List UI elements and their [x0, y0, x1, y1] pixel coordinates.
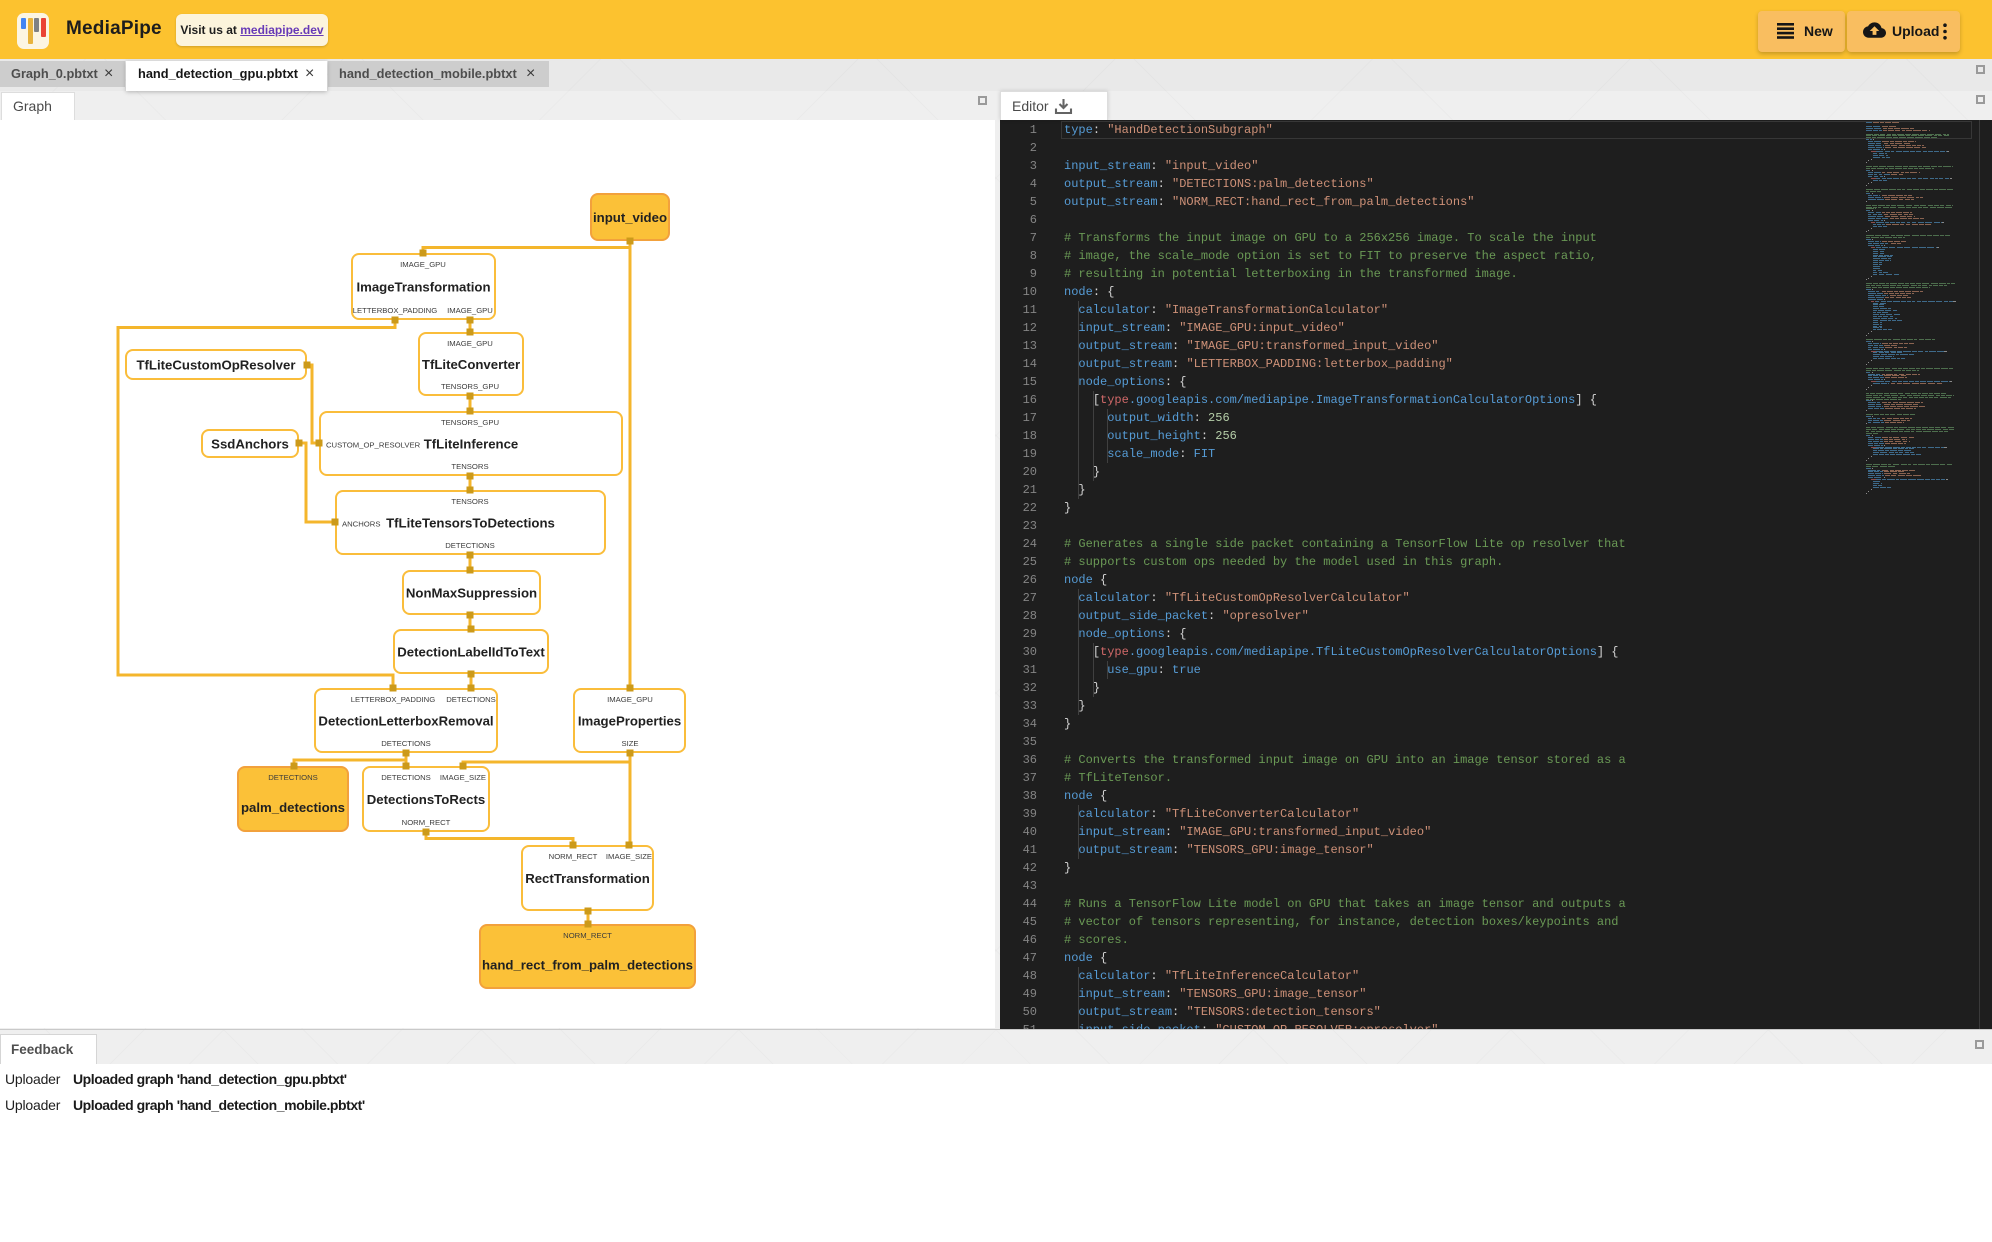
svg-text:input_video: input_video [593, 210, 667, 225]
svg-text:SIZE: SIZE [621, 739, 638, 748]
svg-text:TENSORS: TENSORS [451, 462, 488, 471]
svg-text:NORM_RECT: NORM_RECT [549, 852, 598, 861]
svg-text:NORM_RECT: NORM_RECT [402, 818, 451, 827]
svg-text:NORM_RECT: NORM_RECT [563, 931, 612, 940]
svg-text:TfLiteInference: TfLiteInference [424, 437, 519, 452]
svg-text:DETECTIONS: DETECTIONS [381, 773, 431, 782]
svg-text:TfLiteTensorsToDetections: TfLiteTensorsToDetections [386, 516, 555, 531]
svg-text:ImageTransformation: ImageTransformation [356, 280, 490, 295]
svg-text:IMAGE_SIZE: IMAGE_SIZE [606, 852, 652, 861]
svg-text:DetectionLetterboxRemoval: DetectionLetterboxRemoval [318, 714, 493, 729]
svg-text:ImageProperties: ImageProperties [578, 714, 681, 729]
svg-text:TENSORS_GPU: TENSORS_GPU [441, 418, 499, 427]
svg-text:SsdAnchors: SsdAnchors [211, 437, 289, 452]
svg-text:LETTERBOX_PADDING: LETTERBOX_PADDING [351, 695, 435, 704]
svg-text:DetectionsToRects: DetectionsToRects [367, 792, 485, 807]
svg-text:TENSORS: TENSORS [451, 497, 488, 506]
svg-text:DETECTIONS: DETECTIONS [268, 773, 318, 782]
svg-text:IMAGE_GPU: IMAGE_GPU [447, 339, 493, 348]
svg-text:TfLiteConverter: TfLiteConverter [422, 357, 520, 372]
svg-text:DetectionLabelIdToText: DetectionLabelIdToText [397, 645, 545, 660]
svg-text:TENSORS_GPU: TENSORS_GPU [441, 382, 499, 391]
svg-text:DETECTIONS: DETECTIONS [381, 739, 431, 748]
svg-text:DETECTIONS: DETECTIONS [445, 541, 495, 550]
svg-text:LETTERBOX_PADDING: LETTERBOX_PADDING [353, 306, 437, 315]
svg-text:IMAGE_GPU: IMAGE_GPU [400, 260, 446, 269]
svg-text:IMAGE_GPU: IMAGE_GPU [447, 306, 493, 315]
svg-text:ANCHORS: ANCHORS [342, 520, 380, 529]
svg-text:TfLiteCustomOpResolver: TfLiteCustomOpResolver [136, 358, 295, 373]
svg-text:NonMaxSuppression: NonMaxSuppression [406, 586, 537, 601]
svg-text:hand_rect_from_palm_detections: hand_rect_from_palm_detections [482, 958, 693, 973]
svg-text:palm_detections: palm_detections [241, 800, 345, 815]
svg-text:DETECTIONS: DETECTIONS [446, 695, 496, 704]
svg-text:IMAGE_GPU: IMAGE_GPU [607, 695, 653, 704]
svg-text:IMAGE_SIZE: IMAGE_SIZE [440, 773, 486, 782]
svg-text:CUSTOM_OP_RESOLVER: CUSTOM_OP_RESOLVER [326, 441, 421, 450]
svg-text:RectTransformation: RectTransformation [525, 871, 650, 886]
